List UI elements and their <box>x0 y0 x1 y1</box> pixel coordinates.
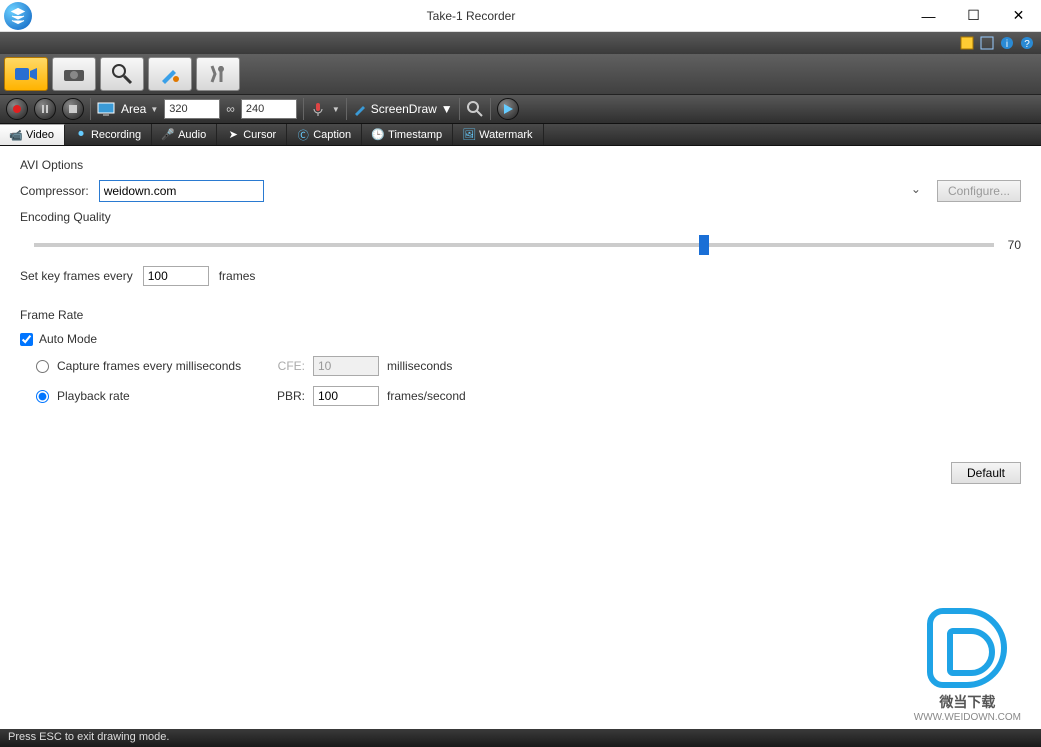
window-title: Take-1 Recorder <box>36 9 906 23</box>
area-label: Area <box>121 102 146 116</box>
separator <box>303 98 304 120</box>
tab-audio[interactable]: 🎤 Audio <box>152 124 217 145</box>
titlebar: Take-1 Recorder — ☐ ✕ <box>0 0 1041 32</box>
tab-label: Watermark <box>479 129 532 141</box>
tab-strip: 📹 Video ⏺ Recording 🎤 Audio ➤ Cursor Ⓒ Captio… <box>0 124 1041 146</box>
keyframes-label: Set key frames every <box>20 269 133 283</box>
tab-recording[interactable]: ⏺ Recording <box>65 124 152 145</box>
quality-slider[interactable] <box>34 243 994 247</box>
window-controls: — ☐ ✕ <box>906 1 1041 31</box>
stop-button[interactable] <box>62 98 84 120</box>
video-settings-pane: AVI Options Compressor: Configure... Enc… <box>4 146 1037 727</box>
quick-icon-bar: i ? <box>0 32 1041 54</box>
magnify-button[interactable] <box>100 57 144 91</box>
zoom-icon[interactable] <box>466 100 484 118</box>
pbr-label: PBR: <box>265 389 305 403</box>
avi-options-label: AVI Options <box>20 158 1021 172</box>
mic-dropdown[interactable]: ▼ <box>332 105 340 114</box>
capture-every-label: Capture frames every milliseconds <box>57 359 257 373</box>
height-input[interactable] <box>241 99 297 119</box>
separator <box>490 98 491 120</box>
camera-button[interactable] <box>52 57 96 91</box>
separator <box>459 98 460 120</box>
tools-button[interactable] <box>196 57 240 91</box>
svg-text:?: ? <box>1024 39 1030 50</box>
screendraw-button[interactable]: ScreenDraw ▼ <box>353 102 453 116</box>
app-icon <box>4 2 32 30</box>
default-button[interactable]: Default <box>951 462 1021 484</box>
pencil-icon <box>353 102 367 116</box>
minimize-button[interactable]: — <box>906 1 951 31</box>
keyframes-input[interactable] <box>143 266 209 286</box>
timestamp-icon: 🕒 <box>372 129 384 141</box>
tab-label: Caption <box>313 129 351 141</box>
ms-unit: milliseconds <box>387 359 452 373</box>
mic-icon[interactable] <box>310 101 326 117</box>
compressor-select[interactable] <box>99 180 264 202</box>
configure-button[interactable]: Configure... <box>937 180 1021 202</box>
grid-icon[interactable] <box>959 35 975 51</box>
tab-label: Video <box>26 129 54 141</box>
tab-video[interactable]: 📹 Video <box>0 124 65 145</box>
tab-label: Timestamp <box>388 129 442 141</box>
frames-unit: frames <box>219 269 256 283</box>
pause-button[interactable] <box>34 98 56 120</box>
audio-icon: 🎤 <box>162 129 174 141</box>
record-button[interactable] <box>6 98 28 120</box>
info-icon[interactable]: i <box>999 35 1015 51</box>
cfe-label: CFE: <box>265 359 305 373</box>
brush-button[interactable] <box>148 57 192 91</box>
tab-watermark[interactable]: 🖼 Watermark <box>453 124 543 145</box>
tab-caption[interactable]: Ⓒ Caption <box>287 124 362 145</box>
capture-every-radio[interactable] <box>36 360 49 373</box>
quality-value: 70 <box>1008 238 1021 252</box>
auto-mode-checkbox[interactable] <box>20 333 33 346</box>
playback-rate-label: Playback rate <box>57 389 257 403</box>
tab-cursor[interactable]: ➤ Cursor <box>217 124 287 145</box>
recording-icon: ⏺ <box>75 129 87 141</box>
watermark-icon: 🖼 <box>463 129 475 141</box>
video-icon: 📹 <box>10 129 22 141</box>
svg-text:i: i <box>1006 39 1008 50</box>
control-toolbar: Area▼ ∞ ▼ ScreenDraw ▼ <box>0 94 1041 124</box>
playback-rate-radio[interactable] <box>36 390 49 403</box>
maximize-button[interactable]: ☐ <box>951 1 996 31</box>
tab-label: Audio <box>178 129 206 141</box>
fullscreen-icon[interactable] <box>979 35 995 51</box>
monitor-icon <box>97 102 115 116</box>
caption-icon: Ⓒ <box>297 129 309 141</box>
play-button[interactable] <box>497 98 519 120</box>
fps-unit: frames/second <box>387 389 466 403</box>
separator <box>346 98 347 120</box>
encoding-quality-label: Encoding Quality <box>20 210 1021 224</box>
screendraw-label: ScreenDraw <box>371 102 437 116</box>
help-icon[interactable]: ? <box>1019 35 1035 51</box>
compressor-label: Compressor: <box>20 184 89 198</box>
cfe-input[interactable] <box>313 356 379 376</box>
camcorder-button[interactable] <box>4 57 48 91</box>
separator <box>90 98 91 120</box>
area-dropdown[interactable]: Area▼ <box>121 102 158 116</box>
status-bar: Press ESC to exit drawing mode. <box>0 729 1041 747</box>
pbr-input[interactable] <box>313 386 379 406</box>
tab-label: Recording <box>91 129 141 141</box>
width-input[interactable] <box>164 99 220 119</box>
main-toolbar <box>0 54 1041 94</box>
frame-rate-label: Frame Rate <box>20 308 1021 322</box>
link-icon[interactable]: ∞ <box>226 102 235 116</box>
auto-mode-label: Auto Mode <box>39 332 97 346</box>
cursor-icon: ➤ <box>227 129 239 141</box>
close-button[interactable]: ✕ <box>996 1 1041 31</box>
tab-timestamp[interactable]: 🕒 Timestamp <box>362 124 453 145</box>
status-text: Press ESC to exit drawing mode. <box>8 731 169 743</box>
tab-label: Cursor <box>243 129 276 141</box>
